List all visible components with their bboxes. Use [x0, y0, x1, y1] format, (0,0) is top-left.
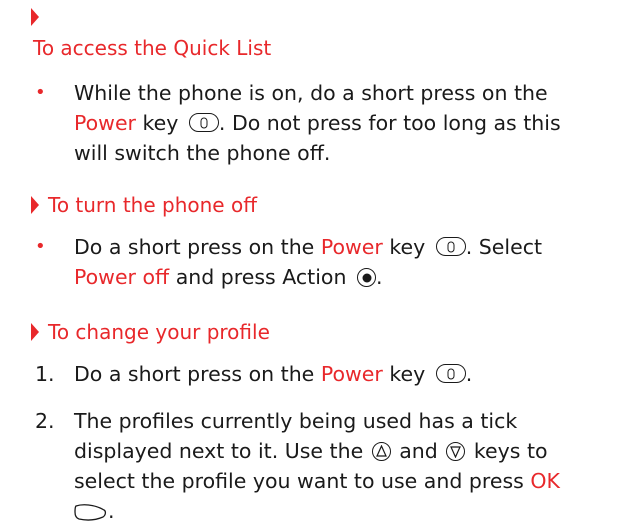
up-key-icon	[371, 442, 391, 461]
section-marker-top	[31, 8, 39, 26]
bullet: •	[35, 82, 46, 103]
step-number: 2.	[35, 409, 55, 433]
power-key-label: Power	[320, 235, 383, 259]
text-line: displayed next to it. Use the and keys t…	[74, 439, 548, 463]
section-heading-turn-off: To turn the phone off	[48, 193, 257, 217]
section-heading-quick-list: To access the Quick List	[33, 36, 272, 60]
instruction-step-1: Do a short press on the Power key .	[74, 359, 472, 389]
section-marker	[31, 196, 39, 214]
power-key-label: Power	[320, 362, 383, 386]
power-off-label: Power off	[74, 265, 170, 289]
down-key-icon	[446, 442, 466, 461]
section-heading-change-profile: To change your profile	[48, 320, 270, 344]
step-number: 1.	[35, 362, 55, 386]
power-key-icon	[435, 237, 466, 256]
text-line: Power off and press Action .	[74, 265, 383, 289]
action-key-icon	[357, 268, 376, 287]
power-key-icon	[435, 364, 466, 383]
ok-key-icon	[74, 500, 108, 532]
instruction-turn-off: Do a short press on the Power key . Sele…	[74, 232, 542, 292]
power-key-label: Power	[74, 111, 136, 135]
text-line: Power key . Do not press for too long as…	[74, 111, 561, 135]
bullet: •	[35, 236, 46, 257]
text-line: Do a short press on the Power key . Sele…	[74, 235, 543, 259]
text-line: will switch the phone off.	[74, 141, 331, 165]
text-line: .	[74, 496, 560, 532]
power-key-icon	[188, 113, 219, 132]
section-marker	[31, 323, 39, 341]
text-line: While the phone is on, do a short press …	[74, 81, 548, 105]
text-line: The profiles currently being used has a …	[74, 409, 518, 433]
ok-key-label: OK	[530, 469, 560, 493]
text-line: select the profile you want to use and p…	[74, 469, 560, 493]
instruction-step-2: The profiles currently being used has a …	[74, 406, 560, 532]
text-line: Do a short press on the Power key .	[74, 362, 473, 386]
instruction-quick-list: While the phone is on, do a short press …	[74, 78, 561, 168]
